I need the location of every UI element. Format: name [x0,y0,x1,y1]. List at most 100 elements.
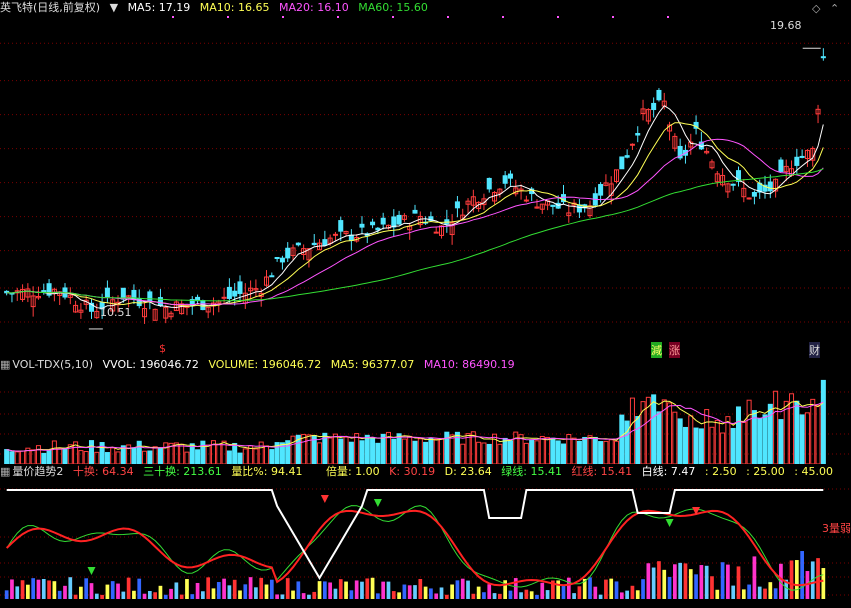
candle [523,199,529,202]
trend-bar [174,582,179,599]
trend-bar [153,592,157,599]
volume-bar [651,394,657,464]
candle [433,231,439,234]
mark-zhang[interactable]: 涨 [669,342,680,358]
trend-bar [349,590,354,599]
trend-bar [137,578,142,599]
trend-bar [391,591,396,599]
signal-arrow [373,499,382,507]
trend-bar [466,580,470,599]
trend-bar [322,581,327,599]
zoom-icon[interactable]: ◇ [812,2,820,15]
vol-indicator[interactable]: VOL-TDX(5,10) [12,358,93,371]
trend-bar [89,583,94,599]
trend-bar [116,583,120,599]
volume-bar [714,419,720,464]
trend-bar [52,581,57,599]
volume-chart[interactable] [0,374,851,464]
volume-bar [290,435,296,464]
volume-bar [688,415,694,464]
shi-huan-label: 十换: 64.34 [72,465,134,478]
candle [746,197,752,200]
candle [778,159,784,172]
candle [730,183,736,186]
volume-bar [306,434,312,464]
mark-s[interactable]: $ [159,342,166,355]
trend-bar [317,581,322,599]
bei-liang-label: 倍量: 1.00 [325,465,380,478]
trend-bar [4,590,9,599]
mark-jian[interactable]: 減 [651,342,662,358]
trend-bar [556,580,561,599]
dropdown-icon[interactable]: ▼ [110,1,118,14]
mark-cai[interactable]: 财 [809,342,820,358]
trend-bar [630,585,635,599]
volume-bar [380,433,386,464]
price-chart[interactable] [0,16,851,356]
trend-bar [232,579,237,599]
trend-bar [683,563,688,599]
volume-bar [88,440,95,464]
candle [507,173,513,179]
trend-bar [222,578,226,599]
trend-bar [386,581,391,599]
trend-bar [593,586,598,599]
volume-bar [746,399,752,464]
volume-bar [804,412,810,464]
stock-name[interactable]: 英飞特 [0,1,33,14]
volume-bar [704,409,710,464]
dot-mark [667,16,669,18]
trend-bar [726,564,730,599]
candle [656,89,662,101]
volume-bar [147,450,153,464]
trend-bar [110,581,115,599]
volume-label: VOLUME: 196046.72 [208,358,322,371]
candle [799,155,805,158]
trend-bar [163,594,168,599]
volume-bar [767,403,773,464]
trend-bar [588,577,592,599]
trend-bar [482,592,486,599]
trend-bar [604,579,608,599]
candle [285,247,291,259]
ma5-label: MA5: 17.19 [127,1,191,14]
candle [147,291,153,302]
volume-bar [14,451,20,464]
trend-bar [529,591,534,599]
volume-bar [338,438,344,464]
volume-bar [57,448,63,464]
trend-bar [84,578,89,599]
volume-bar [152,446,158,464]
volume-bar [789,393,795,464]
ma20-line [6,138,824,306]
trend-bar [673,564,677,599]
candle [311,242,317,246]
candle [274,256,280,259]
trend-bar [455,580,460,599]
volume-bar [799,414,805,464]
volume-bar [667,402,673,464]
collapse-icon[interactable]: ⌃ [830,2,839,15]
volume-bar [635,416,641,464]
trend-bar [333,588,338,599]
volume-bar [253,448,259,464]
trend-bar [291,590,295,599]
trend-bar [561,584,566,599]
volume-bar [317,442,323,464]
trend-bar [381,581,386,599]
menu-icon-2[interactable]: ▦ [0,465,10,478]
trend-bar [747,584,751,599]
trend-bar [79,586,83,599]
trend-indicator[interactable]: 量价趋势2 [12,465,63,478]
trend-bar [577,586,582,599]
candle [332,233,338,236]
menu-icon[interactable]: ▦ [0,358,10,371]
candle [359,223,365,228]
trend-bar [206,577,211,599]
trend-bar [773,588,778,599]
trend-bar [269,579,274,599]
trend-bar [307,594,311,599]
trend-bar [397,592,401,599]
candle [412,209,418,214]
trend-chart[interactable] [0,481,851,608]
